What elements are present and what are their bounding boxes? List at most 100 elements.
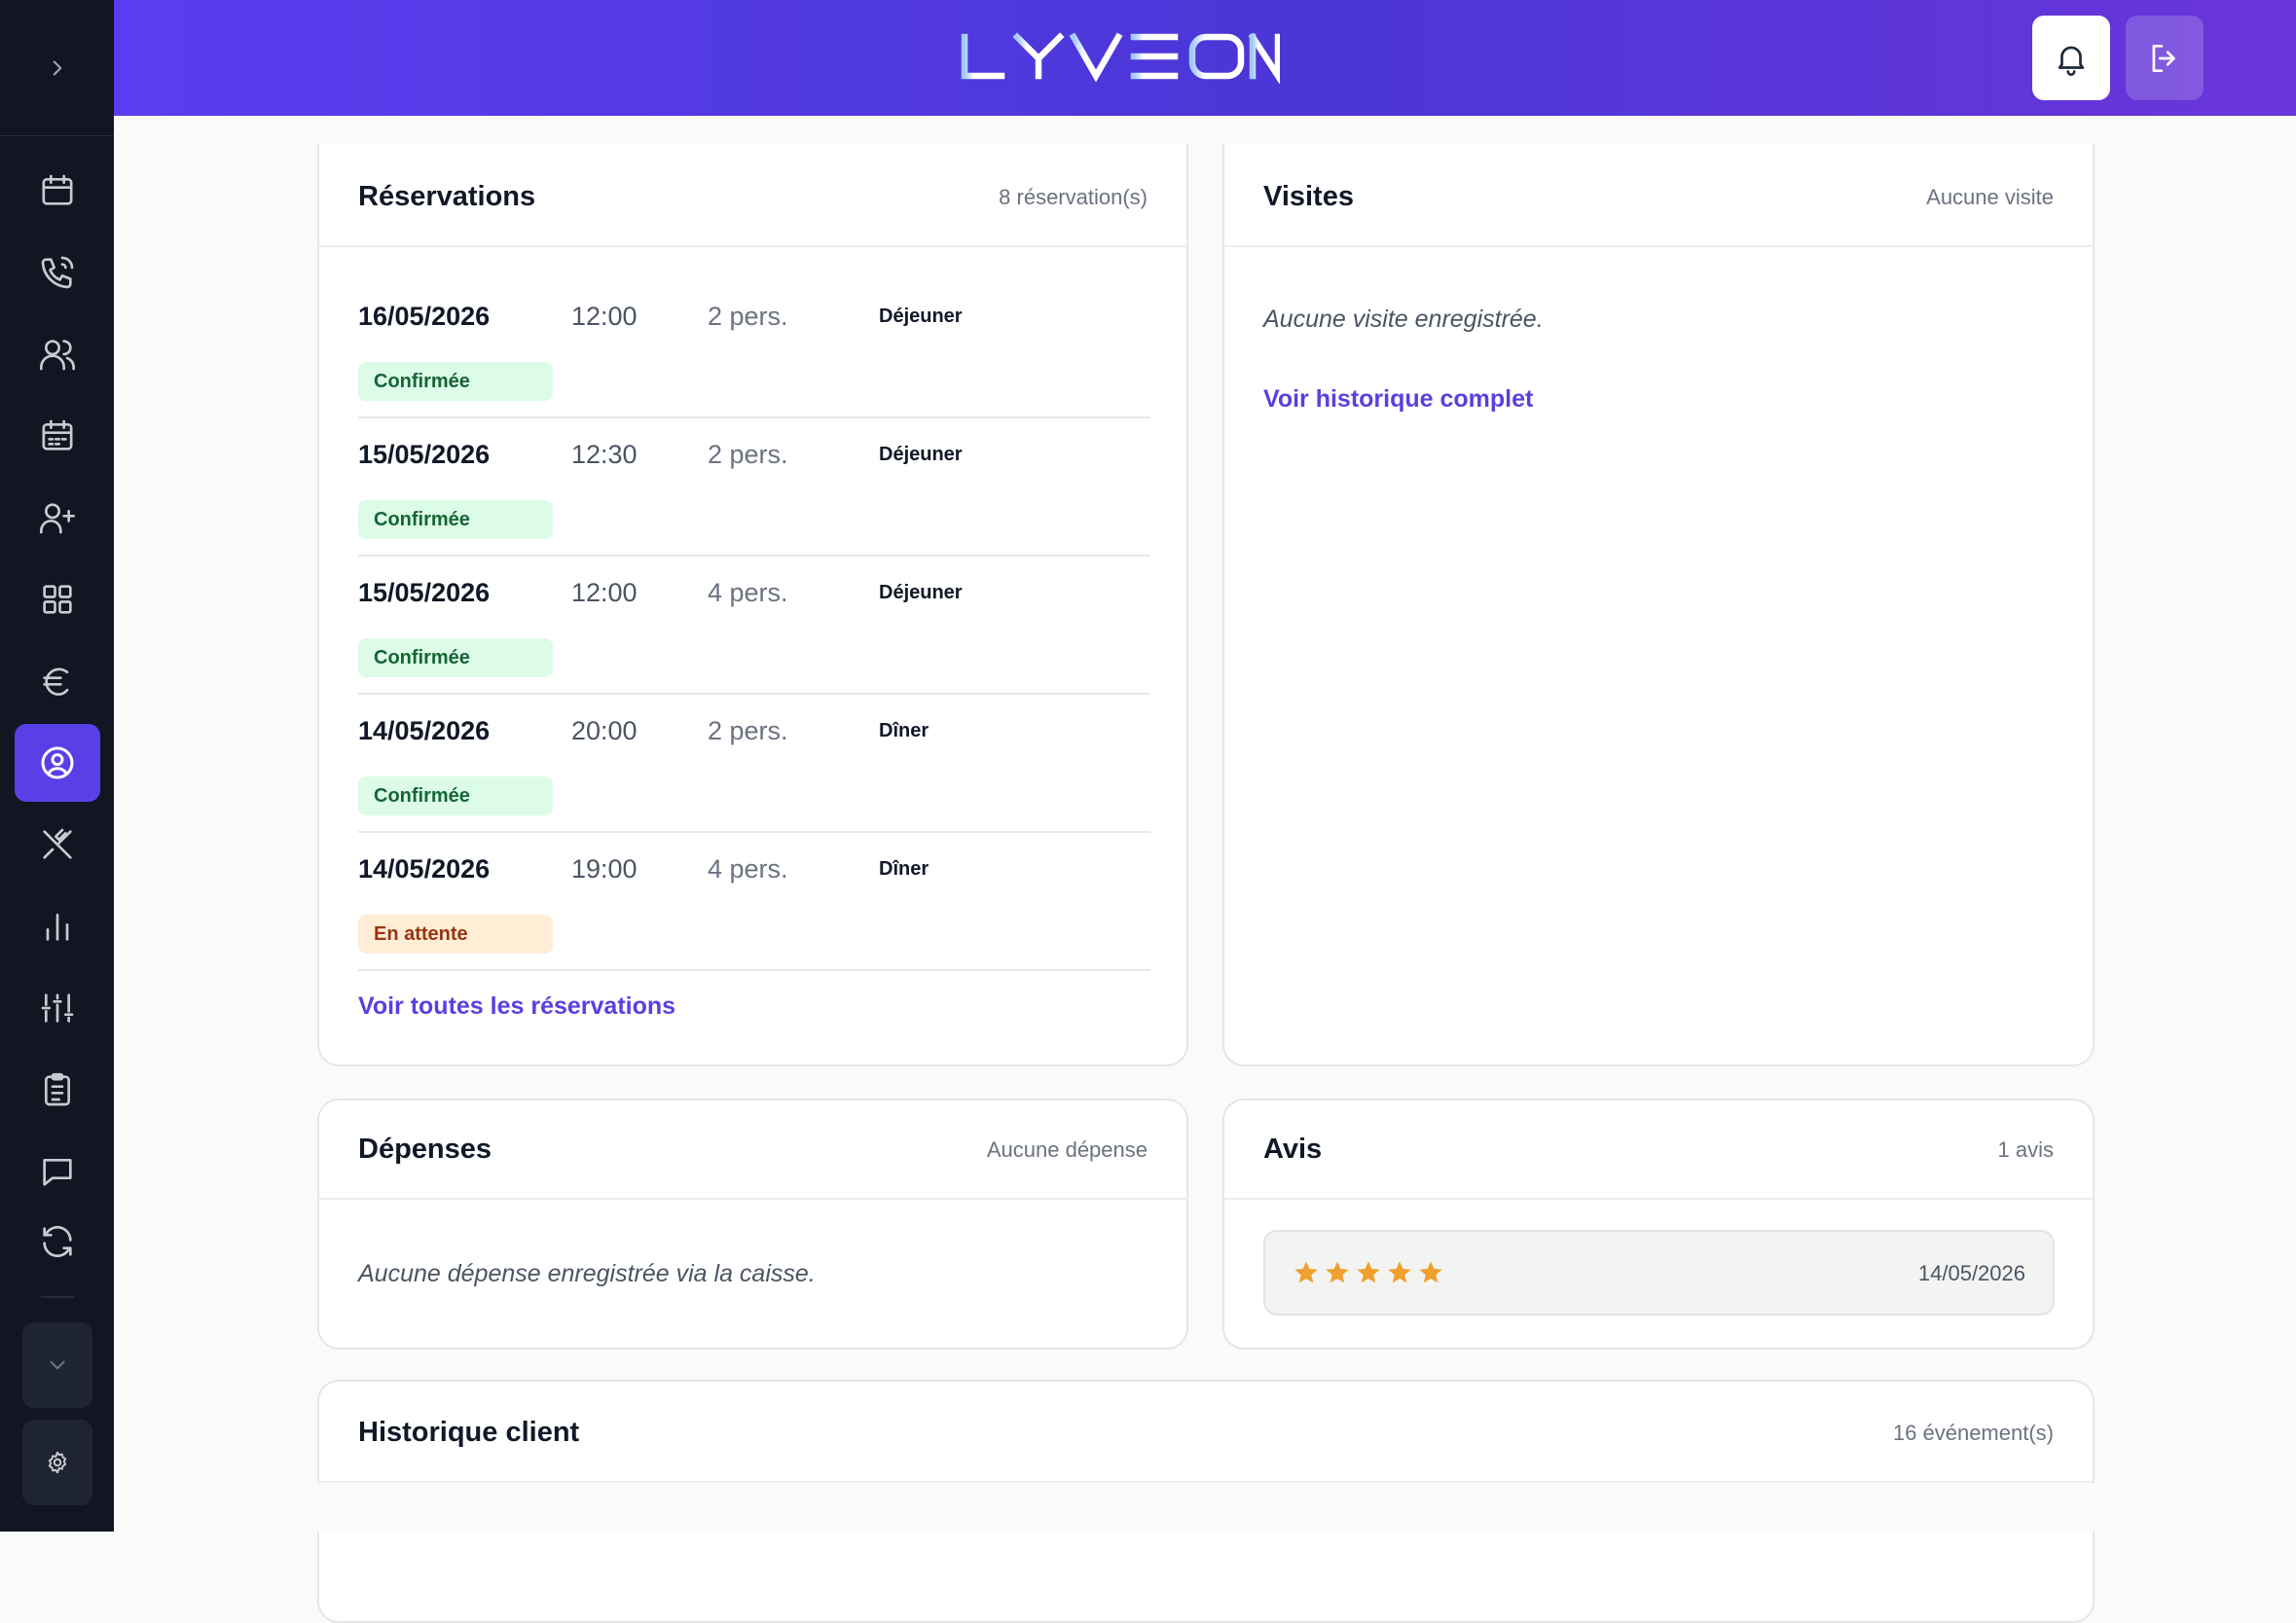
reviews-count: 1 avis bbox=[1997, 1137, 2054, 1162]
reservation-service: Déjeuner bbox=[879, 444, 963, 465]
visits-empty-message: Aucune visite enregistrée. bbox=[1263, 306, 1544, 333]
logout-icon bbox=[2152, 44, 2175, 72]
reservation-time: 12:00 bbox=[571, 578, 638, 607]
view-full-history-link[interactable]: Voir historique complet bbox=[1263, 385, 1533, 414]
top-header bbox=[114, 0, 2296, 116]
sidebar-item-finance[interactable] bbox=[15, 642, 100, 720]
reservation-service: Déjeuner bbox=[879, 306, 963, 327]
star-icon bbox=[1326, 1261, 1349, 1283]
reservation-time: 19:00 bbox=[571, 854, 638, 884]
phone-icon bbox=[41, 256, 74, 289]
history-title: Historique client bbox=[358, 1417, 580, 1448]
status-badge: Confirmée bbox=[358, 638, 553, 677]
sidebar-item-customers[interactable] bbox=[15, 315, 100, 393]
sidebar-item-menu[interactable] bbox=[15, 806, 100, 884]
visits-count: Aucune visite bbox=[1926, 185, 2054, 209]
sidebar-item-customer-profile[interactable] bbox=[15, 724, 100, 802]
reservations-count: 8 réservation(s) bbox=[999, 185, 1148, 209]
sidebar-item-calendar[interactable] bbox=[15, 152, 100, 230]
visits-card-header: Visites Aucune visite bbox=[1224, 144, 2093, 247]
refresh-icon bbox=[43, 1225, 72, 1258]
users-icon bbox=[40, 340, 75, 371]
expenses-empty-message: Aucune dépense enregistrée via la caisse… bbox=[358, 1260, 816, 1287]
reservation-service: Dîner bbox=[879, 720, 929, 741]
reviews-card: Avis 1 avis 14/05/2026 bbox=[1222, 1099, 2095, 1350]
reservation-row[interactable]: 14/05/2026 20:00 2 pers. Dîner Confirmée bbox=[358, 695, 1150, 833]
notifications-button[interactable] bbox=[2032, 16, 2110, 100]
reservation-time: 12:30 bbox=[571, 440, 638, 469]
sidebar-expand-button[interactable] bbox=[0, 0, 114, 136]
status-badge: Confirmée bbox=[358, 500, 553, 539]
grid-icon bbox=[43, 585, 72, 614]
reservation-service: Dîner bbox=[879, 858, 929, 880]
sidebar-settings-button[interactable] bbox=[22, 1420, 92, 1505]
user-circle-icon bbox=[41, 746, 74, 779]
reviews-title: Avis bbox=[1263, 1134, 1323, 1165]
user-plus-icon bbox=[40, 503, 75, 534]
expenses-count: Aucune dépense bbox=[986, 1137, 1148, 1162]
sidebar-item-dashboard[interactable] bbox=[15, 560, 100, 638]
scroll-clip-area bbox=[114, 1483, 2296, 1532]
bar-chart-icon bbox=[46, 914, 69, 941]
star-icon bbox=[1357, 1261, 1380, 1283]
expenses-card-header: Dépenses Aucune dépense bbox=[319, 1100, 1186, 1200]
reservation-date: 15/05/2026 bbox=[358, 578, 491, 607]
chevron-down-icon bbox=[50, 1360, 65, 1370]
brand-logo bbox=[961, 32, 1280, 84]
sidebar-item-settings-sliders[interactable] bbox=[15, 969, 100, 1047]
status-badge: Confirmée bbox=[358, 362, 553, 401]
calendar-list-icon bbox=[42, 419, 73, 451]
reservation-date: 14/05/2026 bbox=[358, 854, 491, 884]
reservation-time: 12:00 bbox=[571, 302, 638, 331]
status-badge: Confirmée bbox=[358, 776, 553, 815]
reservation-date: 16/05/2026 bbox=[358, 302, 491, 331]
reservation-row[interactable]: 16/05/2026 12:00 2 pers. Déjeuner Confir… bbox=[358, 280, 1150, 418]
clipboard-icon bbox=[45, 1072, 70, 1106]
reservation-row[interactable]: 15/05/2026 12:00 4 pers. Déjeuner Confir… bbox=[358, 557, 1150, 695]
star-icon bbox=[1388, 1261, 1411, 1283]
sidebar-item-sync[interactable] bbox=[15, 1203, 100, 1280]
history-count: 16 événement(s) bbox=[1892, 1421, 2054, 1445]
sidebar-divider bbox=[41, 1296, 74, 1298]
reservation-party-size: 2 pers. bbox=[708, 302, 788, 331]
reservations-card: Réservations 8 réservation(s) 16/05/2026… bbox=[317, 144, 1188, 1066]
reservations-title: Réservations bbox=[358, 181, 536, 212]
review-date: 14/05/2026 bbox=[1917, 1261, 2025, 1285]
reservation-time: 20:00 bbox=[571, 716, 638, 745]
star-rating bbox=[1293, 1259, 1444, 1286]
sidebar-item-messages[interactable] bbox=[15, 1133, 100, 1210]
bell-icon bbox=[2058, 46, 2085, 76]
reservation-party-size: 2 pers. bbox=[708, 716, 788, 745]
reservation-date: 15/05/2026 bbox=[358, 440, 491, 469]
reservation-date: 14/05/2026 bbox=[358, 716, 491, 745]
chevron-right-icon bbox=[53, 59, 61, 76]
sliders-icon bbox=[41, 993, 74, 1023]
reservation-party-size: 4 pers. bbox=[708, 854, 788, 884]
view-all-reservations-link[interactable]: Voir toutes les réservations bbox=[358, 992, 675, 1021]
reservation-party-size: 4 pers. bbox=[708, 578, 788, 607]
status-badge: En attente bbox=[358, 915, 553, 954]
sidebar-item-tasks[interactable] bbox=[15, 1051, 100, 1129]
sidebar-more-button[interactable] bbox=[22, 1322, 92, 1408]
reservation-party-size: 2 pers. bbox=[708, 440, 788, 469]
reservations-card-header: Réservations 8 réservation(s) bbox=[319, 144, 1186, 247]
gear-icon bbox=[48, 1451, 67, 1474]
reviews-card-header: Avis 1 avis bbox=[1224, 1100, 2093, 1200]
sidebar-item-planning[interactable] bbox=[15, 397, 100, 475]
star-icon bbox=[1294, 1261, 1318, 1283]
reservation-row[interactable]: 14/05/2026 19:00 4 pers. Dîner En attent… bbox=[358, 833, 1150, 971]
history-card-header: Historique client 16 événement(s) bbox=[319, 1382, 2093, 1483]
calendar-icon bbox=[42, 174, 73, 205]
review-item[interactable]: 14/05/2026 bbox=[1263, 1230, 2055, 1316]
sidebar bbox=[0, 0, 114, 1532]
sidebar-item-add-customer[interactable] bbox=[15, 479, 100, 557]
message-icon bbox=[43, 1159, 72, 1186]
logout-button[interactable] bbox=[2126, 16, 2204, 100]
sidebar-item-calls[interactable] bbox=[15, 234, 100, 311]
reservation-row[interactable]: 15/05/2026 12:30 2 pers. Déjeuner Confir… bbox=[358, 418, 1150, 557]
expenses-card: Dépenses Aucune dépense Aucune dépense e… bbox=[317, 1099, 1188, 1350]
expenses-title: Dépenses bbox=[358, 1134, 492, 1165]
utensils-crossed-icon bbox=[43, 828, 72, 859]
visits-title: Visites bbox=[1263, 181, 1354, 212]
sidebar-item-stats[interactable] bbox=[15, 887, 100, 965]
